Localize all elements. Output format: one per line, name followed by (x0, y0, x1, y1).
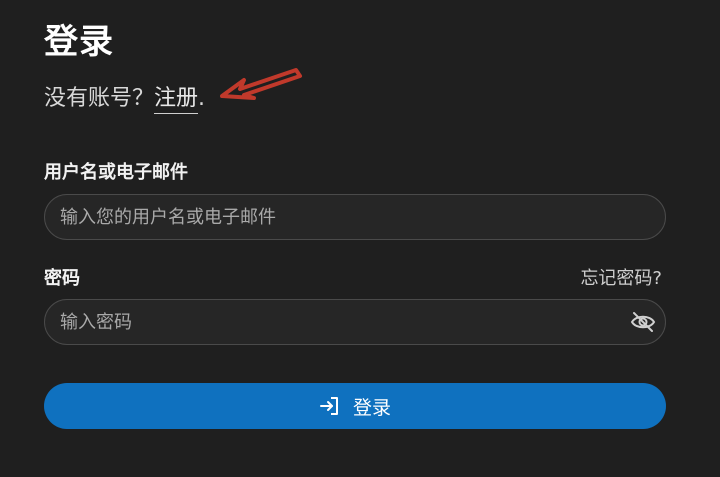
signup-suffix: . (198, 86, 206, 111)
forgot-password-link[interactable]: 忘记密码? (580, 264, 662, 290)
eye-off-icon[interactable] (630, 310, 656, 334)
signup-prompt-text: 没有账号？ (44, 86, 155, 111)
username-label: 用户名或电子邮件 (44, 162, 188, 183)
page-title: 登录 (44, 22, 114, 62)
password-label: 密码 (44, 268, 80, 289)
password-input[interactable] (44, 299, 666, 345)
login-button[interactable]: 登录 (44, 383, 666, 429)
signup-link[interactable]: 注册 (154, 86, 199, 114)
login-button-label: 登录 (352, 396, 391, 419)
arrow-icon (220, 68, 302, 100)
username-input[interactable] (44, 194, 666, 240)
signup-prompt: 没有账号？注册. (44, 80, 206, 114)
login-page: 登录 没有账号？注册. 用户名或电子邮件 密码 忘记密码? 登录 (0, 0, 720, 477)
login-icon (319, 397, 338, 415)
